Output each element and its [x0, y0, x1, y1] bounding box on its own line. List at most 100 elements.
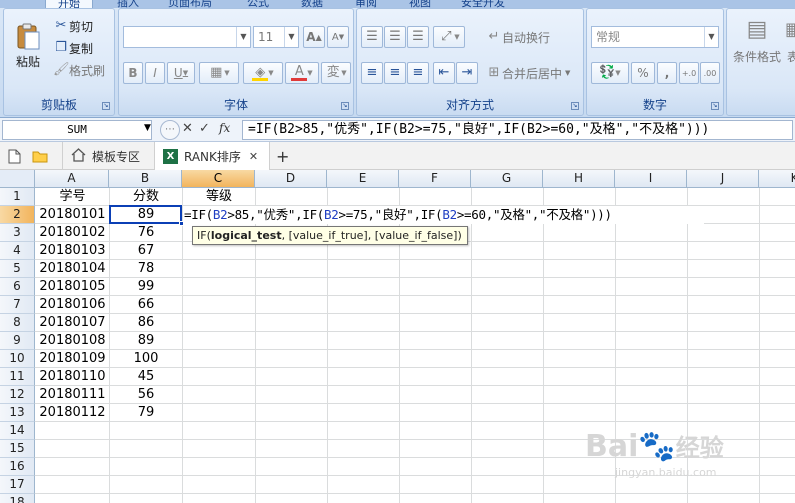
cell-score[interactable]: 89 [110, 332, 182, 350]
cell-score[interactable]: 79 [110, 404, 182, 422]
table-format-button[interactable]: ▦ 表 [783, 15, 795, 75]
cell-score[interactable]: 76 [110, 224, 182, 242]
tab-review[interactable]: 审阅 [346, 0, 386, 9]
header-cell-b[interactable]: 分数 [110, 188, 182, 206]
row-header-9[interactable]: 9 [0, 332, 35, 350]
comma-button[interactable]: , [657, 62, 677, 84]
copy-button[interactable]: ❐ 复制 [52, 37, 112, 59]
number-format-combo[interactable]: 常规 ▼ [591, 26, 719, 48]
cell-id[interactable]: 20180104 [36, 260, 109, 278]
tab-security[interactable]: 安全开发 [452, 0, 514, 9]
cell-id[interactable]: 20180108 [36, 332, 109, 350]
decrease-indent-button[interactable]: ⇤ [433, 62, 455, 84]
align-top-button[interactable]: ☰ [361, 26, 383, 48]
close-tab-icon[interactable]: ✕ [249, 150, 258, 163]
cell-id[interactable]: 20180105 [36, 278, 109, 296]
tab-home[interactable]: 开始 [45, 0, 93, 10]
row-header-15[interactable]: 15 [0, 440, 35, 458]
row-header-16[interactable]: 16 [0, 458, 35, 476]
row-header-5[interactable]: 5 [0, 260, 35, 278]
header-cell-a[interactable]: 学号 [36, 188, 109, 206]
number-launcher-icon[interactable]: ↘ [711, 102, 719, 110]
align-middle-button[interactable]: ☰ [384, 26, 406, 48]
tab-view[interactable]: 视图 [400, 0, 440, 9]
wrap-text-button[interactable]: ↵ 自动换行 [485, 26, 581, 48]
tab-rank-sort[interactable]: X RANK排序 ✕ [154, 142, 270, 171]
insert-function-icon[interactable]: fx [219, 121, 230, 135]
column-header-g[interactable]: G [471, 170, 543, 188]
cell-score[interactable]: 67 [110, 242, 182, 260]
column-header-f[interactable]: F [399, 170, 471, 188]
cell-score[interactable]: 100 [110, 350, 182, 368]
cell-id[interactable]: 20180106 [36, 296, 109, 314]
font-color-button[interactable]: A ▼ [285, 62, 319, 84]
row-header-14[interactable]: 14 [0, 422, 35, 440]
select-all-corner[interactable] [0, 170, 35, 188]
phonetic-button[interactable]: 変 ▼ [321, 62, 351, 84]
column-header-b[interactable]: B [109, 170, 182, 188]
cell-id[interactable]: 20180109 [36, 350, 109, 368]
grow-font-button[interactable]: A ▲ [303, 26, 325, 48]
row-header-13[interactable]: 13 [0, 404, 35, 422]
align-right-button[interactable]: ≡ [407, 62, 429, 84]
paste-button[interactable]: 粘贴 [8, 15, 48, 77]
font-size-combo[interactable]: 11 ▼ [253, 26, 299, 48]
cell-id[interactable]: 20180107 [36, 314, 109, 332]
orientation-button[interactable]: ⤢ ▼ [433, 26, 465, 48]
cell-id[interactable]: 20180110 [36, 368, 109, 386]
font-name-combo[interactable]: ▼ [123, 26, 251, 48]
shrink-font-button[interactable]: A ▼ [327, 26, 349, 48]
name-box-dropdown-icon[interactable]: ▼ [144, 123, 151, 133]
increase-decimal-button[interactable]: +.0 [679, 62, 699, 84]
formula-input[interactable]: =IF(B2>85,"优秀",IF(B2>=75,"良好",IF(B2>=60,… [242, 120, 793, 140]
merge-center-button[interactable]: ⊞ 合并后居中 ▼ [485, 62, 581, 84]
cell-id[interactable]: 20180112 [36, 404, 109, 422]
row-header-1[interactable]: 1 [0, 188, 35, 206]
row-header-8[interactable]: 8 [0, 314, 35, 332]
header-cell-c[interactable]: 等级 [183, 188, 255, 206]
row-header-2[interactable]: 2 [0, 206, 35, 224]
column-header-c[interactable]: C [182, 170, 255, 188]
currency-button[interactable]: 💱 ▼ [591, 62, 629, 84]
row-header-4[interactable]: 4 [0, 242, 35, 260]
open-folder-icon[interactable] [32, 142, 52, 170]
column-header-a[interactable]: A [35, 170, 109, 188]
increase-indent-button[interactable]: ⇥ [456, 62, 478, 84]
tab-data[interactable]: 数据 [292, 0, 332, 9]
clipboard-launcher-icon[interactable]: ↘ [102, 102, 110, 110]
underline-button[interactable]: U ▼ [167, 62, 195, 84]
row-header-11[interactable]: 11 [0, 368, 35, 386]
cell-id[interactable]: 20180111 [36, 386, 109, 404]
cancel-icon[interactable]: ✕ [182, 121, 193, 136]
align-center-button[interactable]: ≡ [384, 62, 406, 84]
column-header-k[interactable]: K [759, 170, 795, 188]
cell-id[interactable]: 20180101 [36, 206, 109, 224]
cell-score[interactable]: 78 [110, 260, 182, 278]
tab-insert[interactable]: 插入 [108, 0, 148, 9]
column-header-e[interactable]: E [327, 170, 399, 188]
column-header-d[interactable]: D [255, 170, 327, 188]
cell-id[interactable]: 20180103 [36, 242, 109, 260]
formula-bar-grip-icon[interactable]: ⋯ [160, 120, 180, 140]
italic-button[interactable]: I [145, 62, 165, 84]
cell-id[interactable]: 20180102 [36, 224, 109, 242]
editing-formula-cell[interactable]: =IF(B2>85,"优秀",IF(B2>=75,"良好",IF(B2>=60,… [184, 206, 704, 224]
fill-color-button[interactable]: ◈ ▼ [243, 62, 283, 84]
cell-score[interactable]: 99 [110, 278, 182, 296]
align-bottom-button[interactable]: ☰ [407, 26, 429, 48]
format-painter-button[interactable]: 🖌 格式刷 [52, 59, 114, 81]
percent-button[interactable]: % [631, 62, 655, 84]
row-header-18[interactable]: 18 [0, 494, 35, 503]
row-header-3[interactable]: 3 [0, 224, 35, 242]
name-box[interactable]: SUM [2, 120, 152, 140]
enter-icon[interactable]: ✓ [199, 121, 210, 136]
conditional-format-button[interactable]: ▤ 条件格式 [729, 15, 785, 75]
decrease-decimal-button[interactable]: .00 [700, 62, 720, 84]
tab-template-zone[interactable]: 模板专区 [62, 142, 154, 170]
column-header-h[interactable]: H [543, 170, 615, 188]
row-header-12[interactable]: 12 [0, 386, 35, 404]
tab-page-layout[interactable]: 页面布局 [160, 0, 220, 9]
column-header-i[interactable]: I [615, 170, 687, 188]
cell-score[interactable]: 45 [110, 368, 182, 386]
border-button[interactable]: ▦ ▼ [199, 62, 239, 84]
